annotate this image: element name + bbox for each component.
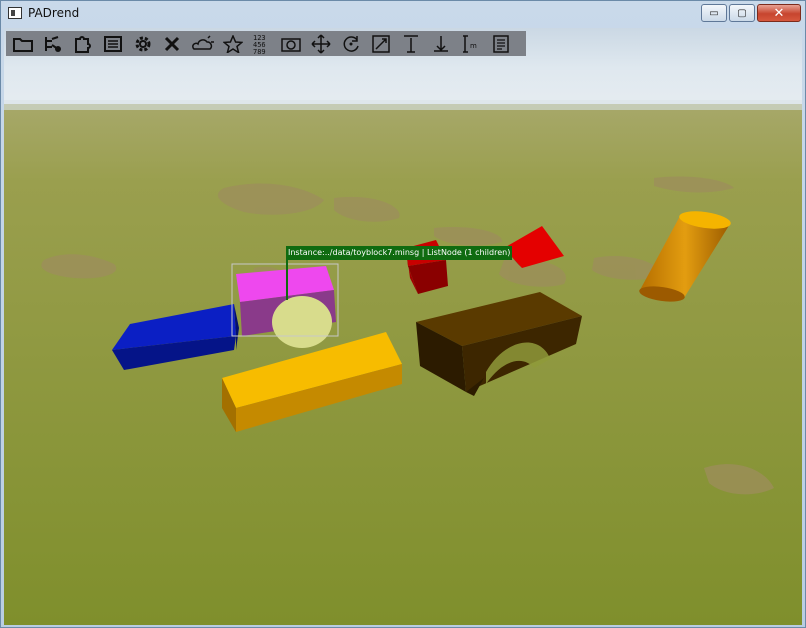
puzzle-plugin-icon[interactable] [70,33,96,55]
window-title: PADrend [28,6,80,20]
rotate-icon[interactable] [338,33,364,55]
3d-viewport[interactable]: 123 456 789 m Instance:../data/toyblock7… [4,28,802,625]
measure-icon[interactable]: m [458,33,484,55]
tools-icon[interactable] [160,33,186,55]
maximize-icon: ▢ [737,7,747,19]
list-document-icon[interactable] [100,33,126,55]
window-controls: ▭ ▢ ✕ [699,4,801,22]
folder-icon[interactable] [10,33,36,55]
app-icon [8,7,22,19]
selection-tooltip: Instance:../data/toyblock7.minsg | ListN… [286,246,513,260]
numbers-grid-icon[interactable]: 123 456 789 [252,33,274,55]
gear-icon[interactable] [130,33,156,55]
scene-render[interactable] [4,28,802,625]
close-icon: ✕ [773,5,785,21]
close-button[interactable]: ✕ [757,4,801,22]
svg-text:m: m [470,42,477,50]
sun-cloud-icon[interactable] [190,33,216,55]
title-bar[interactable]: PADrend ▭ ▢ ✕ [1,1,805,28]
scale-icon[interactable] [368,33,394,55]
scene-tree-icon[interactable] [40,33,66,55]
toolbar: 123 456 789 m [6,31,526,56]
move-arrows-icon[interactable] [308,33,334,55]
minimize-icon: ▭ [709,7,719,19]
camera-view-icon[interactable] [278,33,304,55]
star-icon[interactable] [220,33,246,55]
properties-panel-icon[interactable] [488,33,514,55]
align-top-icon[interactable] [398,33,424,55]
svg-text:789: 789 [253,48,266,55]
app-window: PADrend ▭ ▢ ✕ 123 456 789 m Instance:../… [0,0,806,628]
minimize-button[interactable]: ▭ [701,4,727,22]
anchor-ground-icon[interactable] [428,33,454,55]
maximize-button[interactable]: ▢ [729,4,755,22]
